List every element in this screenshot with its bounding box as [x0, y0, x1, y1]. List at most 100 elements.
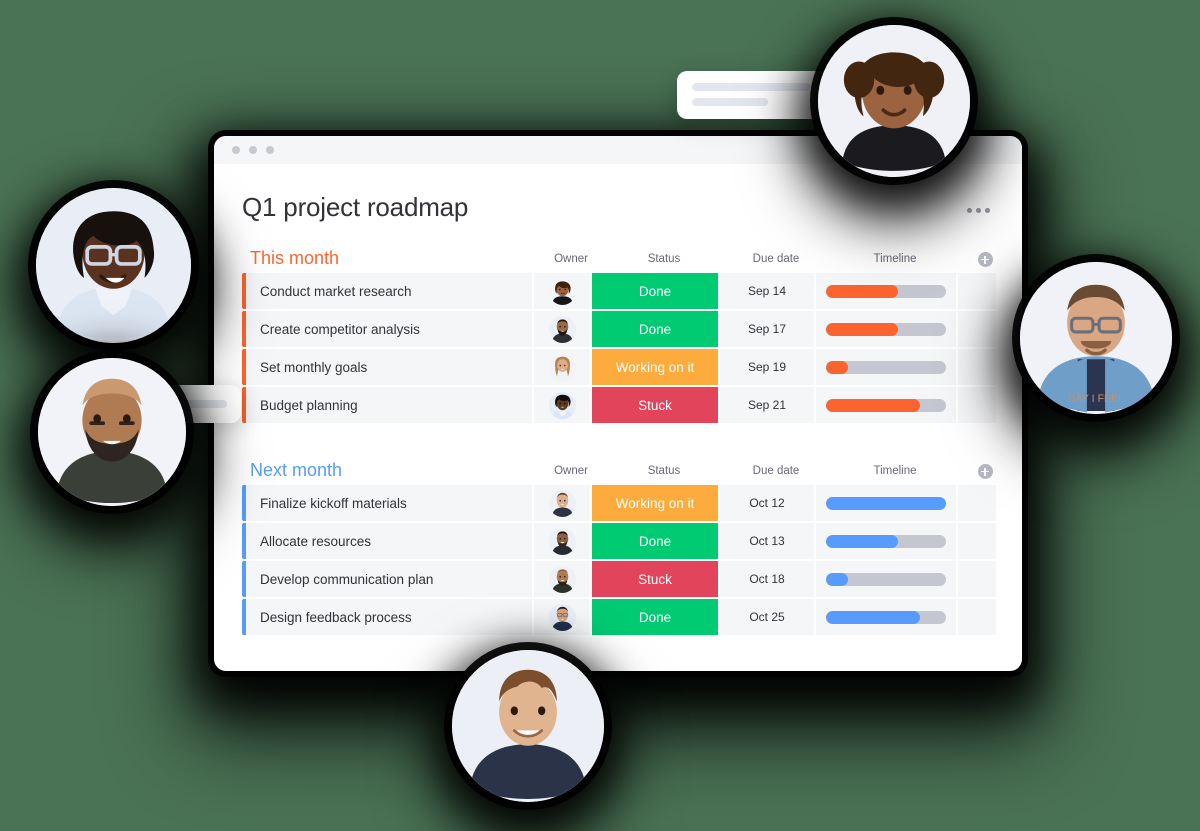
screenshot-stage: Q1 project roadmap This month Owner Status…: [0, 0, 1200, 831]
timeline-fill: [826, 610, 920, 624]
timeline-cell[interactable]: [816, 523, 958, 559]
timeline-track: [826, 398, 946, 412]
due-date-cell[interactable]: Oct 25: [720, 599, 816, 635]
table-row: Conduct market research Done Sep 14: [242, 273, 996, 309]
row-trailing-cell: [958, 349, 996, 385]
timeline-cell[interactable]: [816, 311, 958, 347]
row-trailing-cell: [958, 523, 996, 559]
status-cell[interactable]: Working on it: [592, 485, 720, 521]
row-trailing-cell: [958, 485, 996, 521]
timeline-cell[interactable]: [816, 273, 958, 309]
due-date-cell[interactable]: Sep 14: [720, 273, 816, 309]
status-cell[interactable]: Done: [592, 273, 720, 309]
window-dot-maximize[interactable]: [266, 146, 274, 154]
avatar-man-short-hair: [548, 489, 576, 517]
timeline-cell[interactable]: [816, 349, 958, 385]
timeline-cell[interactable]: [816, 387, 958, 423]
timeline-track: [826, 322, 946, 336]
owner-cell[interactable]: [534, 349, 592, 385]
table-row: Design feedback process Done Oct 25: [242, 599, 996, 635]
timeline-track: [826, 610, 946, 624]
timeline-cell[interactable]: [816, 485, 958, 521]
timeline-fill: [826, 534, 898, 548]
add-column-cell: [966, 252, 1004, 269]
group-title: This month: [250, 248, 340, 268]
status-cell[interactable]: Stuck: [592, 561, 720, 597]
avatar-woman-long-hair: [548, 353, 576, 381]
task-name-cell[interactable]: Set monthly goals: [246, 349, 534, 385]
add-column-plus-icon[interactable]: [977, 252, 993, 267]
group-title: Next month: [250, 460, 343, 480]
table-row: Develop communication plan Stuck Oct 18: [242, 561, 996, 597]
owner-cell[interactable]: [534, 485, 592, 521]
board-header: Q1 project roadmap: [242, 192, 994, 223]
board-group: This month Owner Status Due date Timeline Con…: [242, 241, 996, 423]
due-date-cell[interactable]: Sep 19: [720, 349, 816, 385]
window-dot-minimize[interactable]: [249, 146, 257, 154]
column-header-owner: Owner: [554, 464, 588, 477]
table-row: Finalize kickoff materials Working on it O…: [242, 485, 996, 521]
avatar-man-smiling: [548, 527, 576, 555]
column-header-timeline: Timeline: [873, 252, 917, 265]
status-cell[interactable]: Working on it: [592, 349, 720, 385]
column-header-status: Status: [647, 464, 681, 477]
group-header-row: Next month Owner Status Due date Timeline: [242, 453, 994, 481]
window-dot-close[interactable]: [232, 146, 240, 154]
task-name-cell[interactable]: Budget planning: [246, 387, 534, 423]
owner-cell[interactable]: [534, 599, 592, 635]
row-trailing-cell: [958, 599, 996, 635]
row-trailing-cell: [958, 387, 996, 423]
owner-cell[interactable]: [534, 311, 592, 347]
due-date-cell[interactable]: Oct 13: [720, 523, 816, 559]
task-name-cell[interactable]: Conduct market research: [246, 273, 534, 309]
group-rows: Finalize kickoff materials Working on it O…: [242, 485, 996, 635]
bubble-line: [692, 83, 810, 91]
add-column-plus-icon[interactable]: [977, 464, 993, 479]
avatar-woman-curly-hair: [548, 277, 576, 305]
row-trailing-cell: [958, 561, 996, 597]
status-cell[interactable]: Done: [592, 599, 720, 635]
row-trailing-cell: [958, 273, 996, 309]
group-header-row: This month Owner Status Due date Timeline: [242, 241, 994, 269]
table-row: Create competitor analysis Done Sep 17: [242, 311, 996, 347]
task-name-cell[interactable]: Finalize kickoff materials: [246, 485, 534, 521]
speech-bubble-top: [677, 71, 850, 119]
timeline-track: [826, 496, 946, 510]
bubble-line: [692, 98, 768, 106]
svg-text:DAY I FEEL: DAY I FEEL: [1068, 393, 1124, 405]
owner-cell[interactable]: [534, 561, 592, 597]
board-group: Next month Owner Status Due date Timeline Fin…: [242, 453, 996, 635]
due-date-cell[interactable]: Oct 18: [720, 561, 816, 597]
timeline-fill: [826, 572, 848, 586]
avatar-man-curly-hair-large: [452, 650, 604, 802]
table-row: Allocate resources Done Oct 13: [242, 523, 996, 559]
avatar-man-beard-large: [38, 358, 186, 506]
status-cell[interactable]: Done: [592, 523, 720, 559]
status-cell[interactable]: Done: [592, 311, 720, 347]
owner-cell[interactable]: [534, 523, 592, 559]
due-date-cell[interactable]: Sep 17: [720, 311, 816, 347]
row-trailing-cell: [958, 311, 996, 347]
timeline-track: [826, 284, 946, 298]
kebab-menu-icon[interactable]: [963, 198, 994, 223]
status-cell[interactable]: Stuck: [592, 387, 720, 423]
table-row: Set monthly goals Working on it Sep 19: [242, 349, 996, 385]
due-date-cell[interactable]: Oct 12: [720, 485, 816, 521]
window-body: Q1 project roadmap This month Owner Status…: [214, 164, 1022, 671]
task-name-cell[interactable]: Create competitor analysis: [246, 311, 534, 347]
owner-cell[interactable]: [534, 273, 592, 309]
task-name-cell[interactable]: Develop communication plan: [246, 561, 534, 597]
timeline-cell[interactable]: [816, 599, 958, 635]
column-header-owner: Owner: [554, 252, 588, 265]
timeline-track: [826, 360, 946, 374]
table-row: Budget planning Stuck Sep 21: [242, 387, 996, 423]
task-name-cell[interactable]: Design feedback process: [246, 599, 534, 635]
task-name-cell[interactable]: Allocate resources: [246, 523, 534, 559]
timeline-fill: [826, 496, 946, 510]
column-header-due-date: Due date: [752, 464, 800, 477]
timeline-track: [826, 572, 946, 586]
owner-cell[interactable]: [534, 387, 592, 423]
timeline-cell[interactable]: [816, 561, 958, 597]
due-date-cell[interactable]: Sep 21: [720, 387, 816, 423]
avatar-woman-glasses-large: [36, 188, 191, 343]
